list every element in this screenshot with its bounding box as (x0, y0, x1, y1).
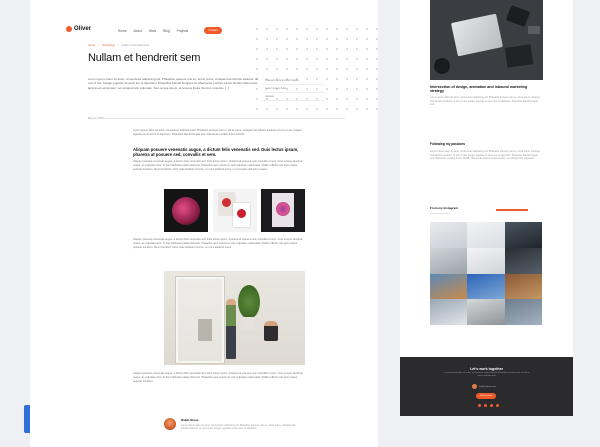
section-text: Lorem ipsum dolor sit amet, consectetur … (430, 150, 540, 161)
home-page: Intersection of design, animation and in… (400, 0, 573, 416)
instagram-photo[interactable] (430, 247, 468, 274)
get-in-touch-button[interactable]: Get in touch (476, 393, 496, 399)
gallery-image[interactable] (164, 189, 208, 232)
page-title: Nullam et hendrerit sem (88, 52, 201, 64)
instagram-grid (430, 222, 542, 325)
accent-bar (496, 209, 528, 211)
article-photo (164, 271, 305, 365)
instagram-title: From my Instagram (430, 206, 458, 210)
instagram-photo[interactable] (467, 247, 505, 274)
top-nav: Oliver Home About Work Blog Projects Con… (30, 26, 378, 40)
article-intro: Lorem ipsum dolor sit amet, consectetur … (88, 77, 258, 90)
article-paragraph: Aliquam posuere venenatis augue, a dictu… (133, 238, 303, 249)
instagram-photo[interactable] (504, 273, 542, 300)
article-paragraph: Aliquam posuere venenatis augue, a dictu… (133, 372, 303, 383)
toc-item[interactable]: Lorem ipsum dolor (263, 85, 325, 93)
footer-title: Let's work together (469, 367, 503, 371)
author-box: Ralph Stone Lorem ipsum dolor sit amet, … (164, 418, 301, 431)
contact-button[interactable]: Contact (204, 27, 222, 34)
instagram-photo[interactable] (504, 222, 542, 248)
instagram-photo[interactable] (467, 222, 505, 248)
avatar (472, 384, 477, 389)
nav-link-projects[interactable]: Projects (177, 29, 189, 33)
social-icon[interactable] (478, 404, 481, 407)
breadcrumb-home[interactable]: Home (88, 44, 95, 47)
logo-mark-icon (66, 26, 72, 32)
hero-image (430, 0, 543, 80)
gallery-image[interactable] (212, 189, 257, 232)
toc-item[interactable]: Praesent ante tincidunt ligula (263, 77, 325, 85)
social-icon[interactable] (496, 404, 499, 407)
footer-text: Lorem ipsum dolor sit amet, consectetur … (444, 372, 530, 378)
instagram-photo[interactable] (504, 299, 542, 325)
instagram-photo[interactable] (467, 299, 505, 325)
avatar (164, 418, 176, 430)
instagram-photo[interactable] (430, 273, 468, 300)
table-of-contents: Praesent ante tincidunt ligula Lorem ips… (263, 77, 325, 101)
instagram-photo[interactable] (430, 222, 468, 248)
logo[interactable]: Oliver (66, 26, 91, 32)
logo-text: Oliver (74, 26, 92, 32)
article-paragraph: Lorem ipsum dolor sit amet, consectetur … (133, 129, 302, 136)
post-excerpt: Lorem ipsum dolor sit amet, consectetur … (430, 96, 540, 107)
author-bio: Lorem ipsum dolor sit amet, consectetur … (181, 424, 296, 431)
instagram-photo[interactable] (430, 299, 468, 325)
article-paragraph: Aliquam posuere venenatis augue, a dictu… (133, 160, 303, 171)
post-title[interactable]: Intersection of design, animation and in… (430, 85, 542, 94)
footer-email[interactable]: hello@oliver.com (479, 386, 496, 388)
article-subheading: Aliquam posuere venenatis augue, a dictu… (133, 147, 299, 158)
divider (430, 213, 450, 214)
social-icon[interactable] (490, 404, 493, 407)
divider (100, 118, 345, 119)
toc-item[interactable]: Aenean (263, 93, 325, 101)
footer: Let's work together Lorem ipsum dolor si… (400, 357, 573, 416)
instagram-photo[interactable] (504, 247, 542, 274)
footer-contact[interactable]: hello@oliver.com (472, 384, 496, 389)
nav-link-home[interactable]: Home (118, 29, 127, 33)
article-page: Oliver Home About Work Blog Projects Con… (30, 0, 378, 447)
social-icon[interactable] (484, 404, 487, 407)
nav-link-about[interactable]: About (134, 29, 142, 33)
nav-links: Home About Work Blog Projects (118, 29, 188, 33)
instagram-photo[interactable] (467, 273, 505, 300)
breadcrumb-separator: / (97, 44, 99, 47)
breadcrumb-current: Nullam et hendrerit sem (121, 44, 150, 47)
breadcrumb: Home / Technology / Nullam et hendrerit … (88, 44, 149, 47)
author-name[interactable]: Ralph Stone (181, 418, 301, 422)
breadcrumb-category[interactable]: Technology (102, 44, 115, 47)
section-title: Following my passions (430, 142, 466, 146)
social-links (478, 404, 499, 407)
image-gallery (164, 189, 305, 232)
breadcrumb-separator: / (117, 44, 119, 47)
nav-link-work[interactable]: Work (149, 29, 156, 33)
gallery-image[interactable] (261, 189, 305, 232)
nav-link-blog[interactable]: Blog (163, 29, 169, 33)
